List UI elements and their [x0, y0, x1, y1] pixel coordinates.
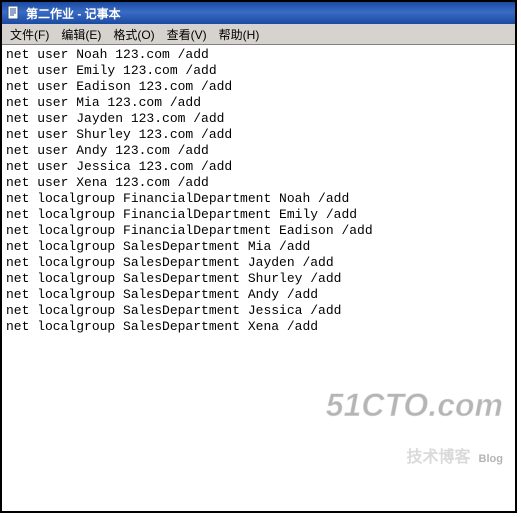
text-line: net user Jessica 123.com /add	[6, 159, 232, 174]
text-line: net user Eadison 123.com /add	[6, 79, 232, 94]
notepad-icon	[6, 5, 22, 21]
text-line: net user Xena 123.com /add	[6, 175, 209, 190]
title-bar[interactable]: 第二作业 - 记事本	[2, 2, 515, 24]
text-line: net localgroup SalesDepartment Jayden /a…	[6, 255, 334, 270]
text-line: net localgroup SalesDepartment Xena /add	[6, 319, 318, 334]
menu-view[interactable]: 查看(V)	[161, 25, 213, 44]
watermark-main: 51CTO.com	[326, 390, 503, 420]
text-area[interactable]: net user Noah 123.com /add net user Emil…	[2, 45, 515, 511]
text-line: net localgroup FinancialDepartment Eadis…	[6, 223, 373, 238]
menu-edit[interactable]: 编辑(E)	[55, 25, 107, 44]
text-line: net localgroup FinancialDepartment Emily…	[6, 207, 357, 222]
menu-bar: 文件(F) 编辑(E) 格式(O) 查看(V) 帮助(H)	[2, 24, 515, 45]
watermark-blog: Blog	[479, 451, 503, 467]
watermark-cn: 技术博客	[407, 450, 471, 466]
text-line: net user Andy 123.com /add	[6, 143, 209, 158]
text-line: net localgroup SalesDepartment Jessica /…	[6, 303, 341, 318]
text-line: net localgroup SalesDepartment Mia /add	[6, 239, 310, 254]
watermark: 51CTO.com 技术博客 Blog	[326, 358, 503, 499]
notepad-window: 第二作业 - 记事本 文件(F) 编辑(E) 格式(O) 查看(V) 帮助(H)…	[0, 0, 517, 513]
text-line: net user Shurley 123.com /add	[6, 127, 232, 142]
text-line: net user Noah 123.com /add	[6, 47, 209, 62]
text-line: net user Mia 123.com /add	[6, 95, 201, 110]
text-line: net localgroup SalesDepartment Andy /add	[6, 287, 318, 302]
text-line: net localgroup FinancialDepartment Noah …	[6, 191, 349, 206]
menu-file[interactable]: 文件(F)	[4, 25, 55, 44]
menu-help[interactable]: 帮助(H)	[213, 25, 266, 44]
text-line: net user Emily 123.com /add	[6, 63, 217, 78]
window-title: 第二作业 - 记事本	[26, 5, 121, 22]
text-line: net localgroup SalesDepartment Shurley /…	[6, 271, 341, 286]
menu-format[interactable]: 格式(O)	[107, 25, 160, 44]
text-line: net user Jayden 123.com /add	[6, 111, 224, 126]
